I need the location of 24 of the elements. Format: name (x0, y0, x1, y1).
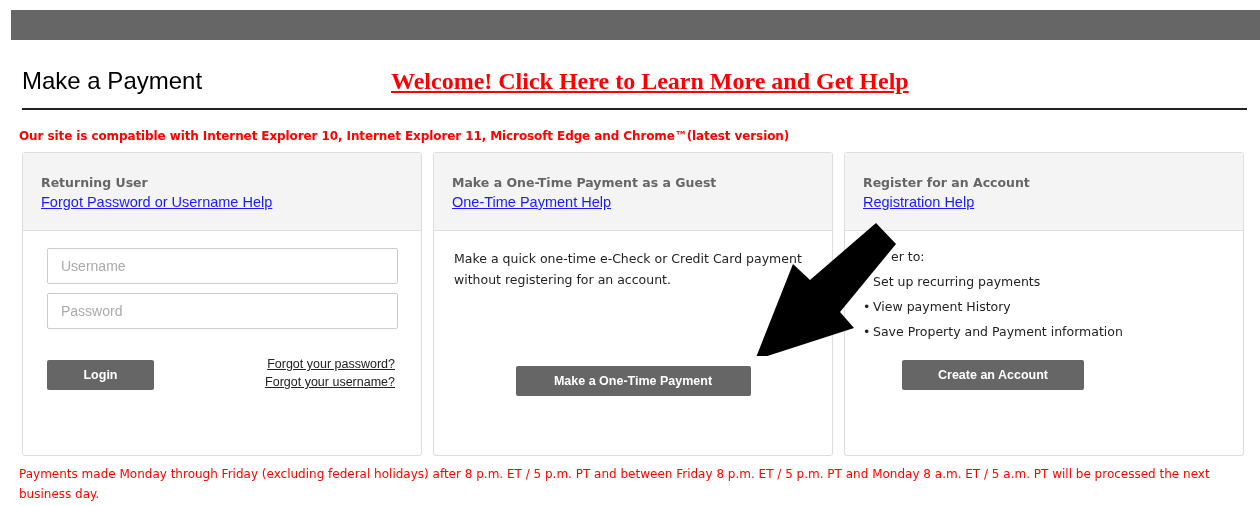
help-link[interactable]: Registration Help (863, 194, 975, 210)
page-title: Make a Payment (22, 67, 204, 95)
card-title: Make a One-Time Payment as a Guest (452, 175, 718, 190)
bullet: • (863, 298, 872, 316)
one-time-payment-button[interactable]: Make a One-Time Payment (515, 366, 751, 396)
card-title: Register for an Account (863, 175, 1031, 190)
create-account-button[interactable]: Create an Account (902, 360, 1084, 390)
forgot-link[interactable]: Forgot your password? (267, 357, 395, 371)
description-text: Make a quick one-time e-Check or Credit Card payment without registering for an account. (454, 250, 803, 289)
benefit-item: Save Property and Payment information (873, 323, 1124, 341)
processing-notice: Payments made Monday through Friday (excluding federal holidays) after 8 p.m. ET / 5 p.m. PT and between Friday 8 p.m. ET / 5 p.m. PT and Monday 8 a.m. ET / 5 a.m. PT will be processed the next business day. (19, 466, 1211, 503)
benefit-item: Set up recurring payments (873, 273, 1042, 291)
forgot-link[interactable]: Forgot your username? (265, 375, 395, 389)
compatibility-notice: Our site is compatible with Internet Explorer 10, Internet Explorer 11, Microsoft Edge and Chrome™(latest version) (19, 129, 791, 143)
card-title: Returning User (41, 175, 149, 190)
help-link[interactable]: One-Time Payment Help (452, 194, 612, 210)
login-button[interactable]: Login (47, 360, 154, 390)
password-field[interactable]: Password (47, 293, 398, 329)
benefit-item: View payment History (873, 298, 1012, 316)
bullet: • (863, 323, 872, 341)
intro-text: er to: (890, 248, 926, 266)
help-link[interactable]: Forgot Password or Username Help (41, 194, 273, 210)
username-field[interactable]: Username (47, 248, 398, 284)
help-link[interactable]: Welcome! Click Here to Learn More and Get Help (391, 67, 909, 95)
